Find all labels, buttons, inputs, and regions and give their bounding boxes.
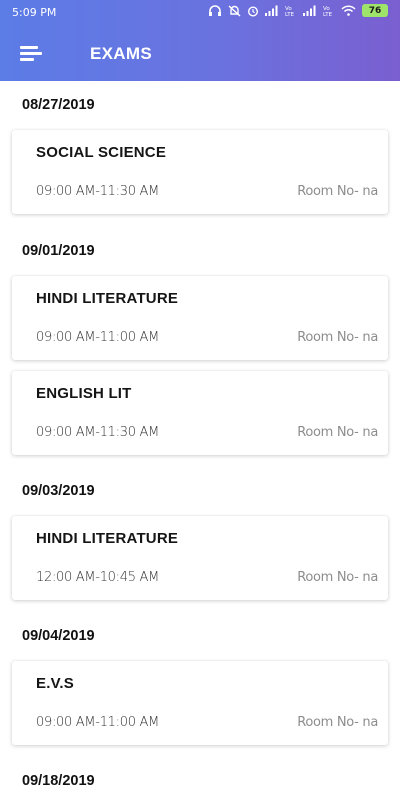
volte-icon: VoLTE xyxy=(285,6,295,17)
exam-time: 12:00 AM-10:45 AM xyxy=(36,570,160,585)
app-header: 5:09 PM Vo LTE Vo LTE 76 EXAMS xyxy=(0,0,400,81)
exam-date-header: 09/01/2019 xyxy=(22,243,95,259)
headphones-icon xyxy=(209,4,221,16)
menu-button[interactable] xyxy=(20,46,42,62)
exam-time: 09:00 AM-11:00 AM xyxy=(36,330,160,345)
wifi-icon xyxy=(341,5,356,16)
exam-subject: HINDI LITERATURE xyxy=(36,530,179,547)
volte-icon: VoLTE xyxy=(323,6,333,17)
battery-level: 76 xyxy=(368,5,382,16)
svg-text:LTE: LTE xyxy=(285,12,295,17)
exam-time: 09:00 AM-11:00 AM xyxy=(36,715,160,730)
exam-room: Room No- na xyxy=(297,570,378,585)
menu-icon-bar xyxy=(20,58,34,61)
exam-subject: HINDI LITERATURE xyxy=(36,290,179,307)
exam-card[interactable]: SOCIAL SCIENCE 09:00 AM-11:30 AM Room No… xyxy=(12,130,388,214)
exam-card[interactable]: HINDI LITERATURE 12:00 AM-10:45 AM Room … xyxy=(12,516,388,600)
exam-room: Room No- na xyxy=(297,715,378,730)
status-bar: 5:09 PM Vo LTE Vo LTE 76 xyxy=(0,0,400,24)
exam-date-header: 09/18/2019 xyxy=(22,773,95,789)
signal-icon xyxy=(303,5,316,16)
status-time: 5:09 PM xyxy=(12,6,57,19)
exam-time: 09:00 AM-11:30 AM xyxy=(36,425,160,440)
exam-time: 09:00 AM-11:30 AM xyxy=(36,184,160,199)
exam-subject: ENGLISH LIT xyxy=(36,385,132,402)
notification-off-icon xyxy=(228,4,241,17)
exam-card[interactable]: E.V.S 09:00 AM-11:00 AM Room No- na xyxy=(12,661,388,745)
exam-card[interactable]: ENGLISH LIT 09:00 AM-11:30 AM Room No- n… xyxy=(12,371,388,455)
alarm-icon xyxy=(247,5,259,17)
exam-room: Room No- na xyxy=(297,425,378,440)
signal-icon xyxy=(265,5,278,16)
exam-card[interactable]: HINDI LITERATURE 09:00 AM-11:00 AM Room … xyxy=(12,276,388,360)
battery-icon: 76 xyxy=(362,4,388,17)
exam-subject: SOCIAL SCIENCE xyxy=(36,144,167,161)
exam-room: Room No- na xyxy=(297,330,378,345)
svg-text:LTE: LTE xyxy=(323,12,333,17)
exam-date-header: 09/04/2019 xyxy=(22,628,95,644)
exam-date-header: 08/27/2019 xyxy=(22,97,95,113)
menu-icon-bar xyxy=(20,52,42,55)
status-icons: Vo LTE Vo LTE 76 xyxy=(208,4,388,17)
exam-room: Room No- na xyxy=(297,184,378,199)
exam-subject: E.V.S xyxy=(36,675,74,692)
exam-date-header: 09/03/2019 xyxy=(22,483,95,499)
page-title: EXAMS xyxy=(90,44,152,63)
menu-icon xyxy=(20,46,38,49)
